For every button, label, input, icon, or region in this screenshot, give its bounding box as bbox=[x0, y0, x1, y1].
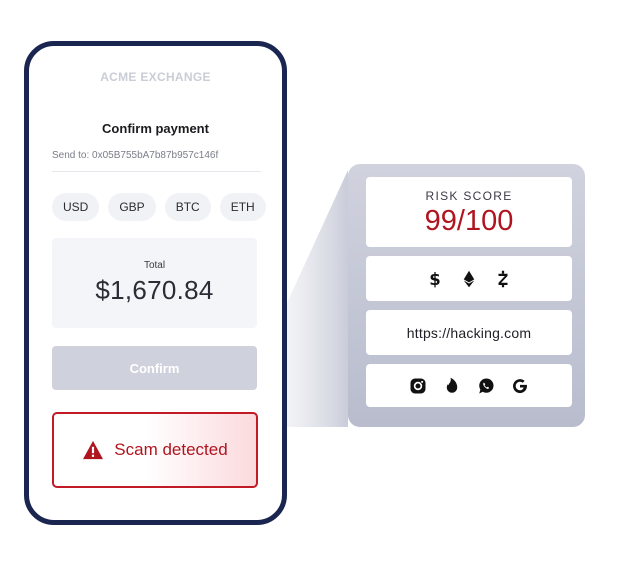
whatsapp-icon bbox=[479, 378, 494, 393]
google-icon bbox=[513, 378, 527, 393]
page-title: Confirm payment bbox=[102, 121, 209, 136]
total-amount: $1,670.84 bbox=[95, 275, 214, 305]
total-label: Total bbox=[143, 260, 166, 271]
total-summary: Total $1,670.84 bbox=[52, 238, 257, 328]
phone-mockup: ACME EXCHANGE Confirm payment Send to: 0… bbox=[24, 41, 287, 525]
scam-alert-text: Scam detected bbox=[114, 440, 228, 459]
app-brand: ACME EXCHANGE bbox=[100, 70, 211, 84]
ethereum-icon bbox=[463, 270, 475, 287]
risk-score-label: RISK SCORE bbox=[425, 188, 513, 203]
zcash-icon bbox=[498, 270, 508, 287]
social-icons-card bbox=[366, 364, 572, 407]
currency-chip-eth[interactable]: ETH bbox=[219, 193, 266, 221]
currency-chip-btc[interactable]: BTC bbox=[164, 193, 211, 221]
risk-score-card: RISK SCORE 99/100 bbox=[366, 177, 572, 247]
svg-text:$: $ bbox=[429, 270, 440, 288]
suspicious-url-card: https://hacking.com bbox=[366, 310, 572, 355]
risk-score-value: 99/100 bbox=[424, 204, 514, 237]
confirm-button[interactable]: Confirm bbox=[52, 346, 257, 390]
scam-alert: Scam detected bbox=[52, 412, 258, 488]
currency-chip-usd[interactable]: USD bbox=[52, 193, 100, 221]
suspicious-url: https://hacking.com bbox=[406, 324, 532, 341]
currency-selector: USD GBP BTC ETH bbox=[52, 193, 266, 221]
currency-icons-card: $ bbox=[366, 256, 572, 301]
tinder-icon bbox=[446, 377, 458, 393]
instagram-icon bbox=[410, 378, 426, 393]
currency-chip-gbp[interactable]: GBP bbox=[108, 193, 156, 221]
send-to-address: Send to: 0x05B755bA7b87b957c146f bbox=[52, 150, 261, 172]
warning-triangle-icon bbox=[83, 440, 104, 460]
dollar-icon: $ bbox=[429, 270, 440, 288]
